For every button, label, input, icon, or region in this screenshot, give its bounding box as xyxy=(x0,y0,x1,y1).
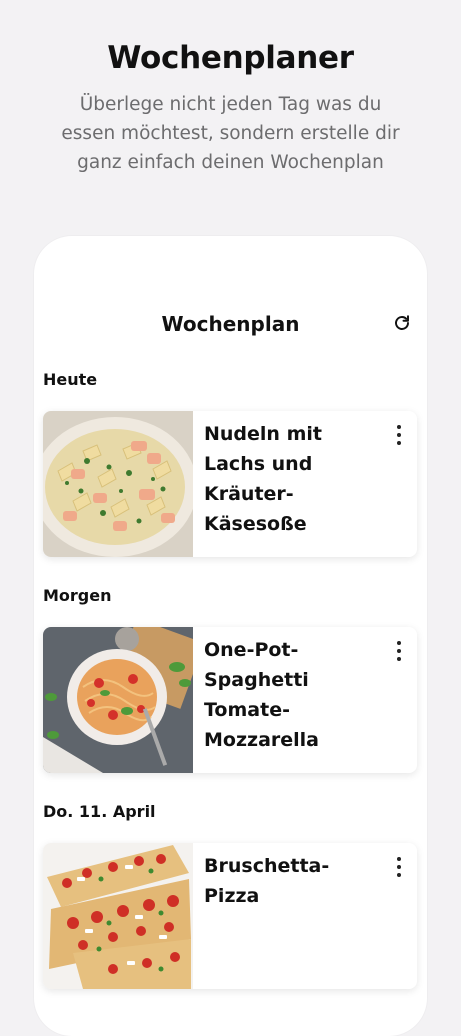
day-label-date: Do. 11. April xyxy=(43,802,156,821)
recipe-card-date[interactable]: Bruschetta-Pizza xyxy=(43,843,417,989)
recipe-title: Bruschetta-Pizza xyxy=(204,855,330,907)
refresh-icon[interactable] xyxy=(391,312,413,334)
more-options-icon[interactable] xyxy=(389,423,409,447)
hero-subtitle: Überlege nicht jeden Tag was du essen mö… xyxy=(61,94,400,173)
recipe-image xyxy=(43,627,193,773)
day-label-today: Heute xyxy=(43,370,98,389)
recipe-title: Nudeln mit Lachs und Kräuter-Käsesoße xyxy=(204,423,322,535)
more-options-icon[interactable] xyxy=(389,639,409,663)
recipe-card-tomorrow[interactable]: One-Pot-Spaghetti Tomate-Mozzarella xyxy=(43,627,417,773)
plan-header: Wochenplan xyxy=(34,306,427,340)
recipe-image xyxy=(43,411,193,557)
more-options-icon[interactable] xyxy=(389,855,409,879)
recipe-image xyxy=(43,843,193,989)
recipe-card-today[interactable]: Nudeln mit Lachs und Kräuter-Käsesoße xyxy=(43,411,417,557)
recipe-title: One-Pot-Spaghetti Tomate-Mozzarella xyxy=(204,639,320,751)
hero-title: Wochenplaner xyxy=(107,40,354,76)
plan-title: Wochenplan xyxy=(161,312,300,336)
day-label-tomorrow: Morgen xyxy=(43,586,112,605)
